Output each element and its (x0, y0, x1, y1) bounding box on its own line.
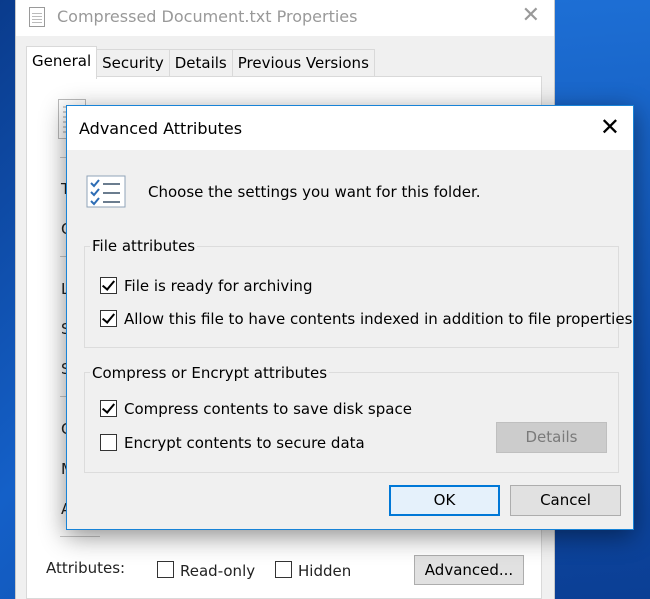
dialog-close-icon[interactable]: ✕ (600, 114, 620, 140)
archive-label: File is ready for archiving (124, 277, 313, 295)
advanced-button[interactable]: Advanced... (414, 555, 524, 585)
advanced-attributes-dialog: Advanced Attributes ✕ Choose the setting… (66, 105, 634, 530)
index-checkbox[interactable] (100, 310, 117, 327)
cancel-button[interactable]: Cancel (510, 485, 621, 516)
separator (60, 536, 100, 537)
compress-encrypt-title: Compress or Encrypt attributes (90, 364, 330, 382)
archive-checkbox[interactable] (100, 277, 117, 294)
hidden-label: Hidden (298, 562, 352, 580)
encrypt-label: Encrypt contents to secure data (124, 434, 365, 452)
dialog-title: Advanced Attributes (79, 119, 243, 138)
properties-titlebar[interactable]: Compressed Document.txt Properties ✕ (16, 0, 554, 36)
dialog-description: Choose the settings you want for this fo… (148, 183, 481, 201)
file-attributes-group (84, 246, 619, 348)
ok-button[interactable]: OK (389, 485, 500, 516)
compress-label: Compress contents to save disk space (124, 400, 412, 418)
properties-tabs: General Security Details Previous Versio… (26, 46, 375, 79)
hidden-checkbox[interactable] (275, 561, 292, 578)
encrypt-checkbox[interactable] (100, 434, 117, 451)
details-button[interactable]: Details (496, 422, 607, 453)
attributes-label: Attributes: (46, 559, 126, 577)
read-only-checkbox[interactable] (157, 561, 174, 578)
tab-details[interactable]: Details (168, 49, 233, 76)
checklist-icon (86, 175, 126, 208)
tab-security[interactable]: Security (96, 49, 170, 76)
properties-close-icon[interactable]: ✕ (522, 4, 540, 28)
properties-window-title: Compressed Document.txt Properties (57, 7, 358, 26)
tab-previous-versions[interactable]: Previous Versions (231, 49, 375, 76)
text-file-icon (29, 7, 45, 27)
dialog-body: Choose the settings you want for this fo… (67, 150, 633, 529)
tab-general[interactable]: General (26, 46, 98, 79)
compress-checkbox[interactable] (100, 400, 117, 417)
dialog-titlebar[interactable]: Advanced Attributes ✕ (67, 106, 633, 150)
index-label: Allow this file to have contents indexed… (124, 310, 633, 328)
file-attributes-title: File attributes (90, 237, 198, 255)
read-only-label: Read-only (180, 562, 256, 580)
